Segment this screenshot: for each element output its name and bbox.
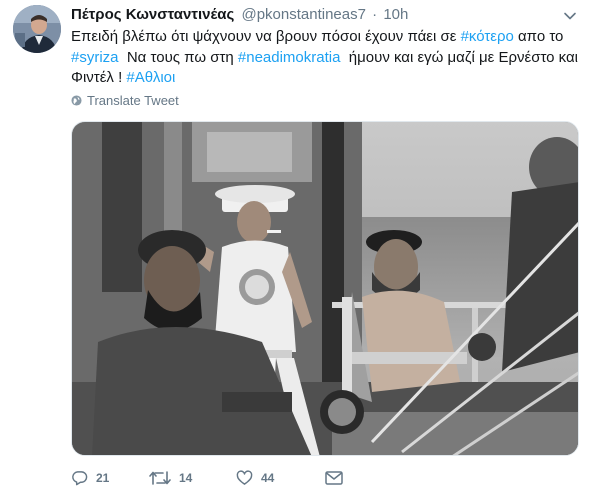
chevron-down-icon[interactable]: [563, 9, 577, 23]
heart-icon: [236, 470, 253, 485]
like-count: 44: [261, 471, 275, 485]
text-segment: Επειδή βλέπω ότι ψάχνουν να βρουν πόσοι …: [71, 28, 461, 45]
tweet-header: Πέτρος Κωνσταντινέας @pkonstantineas7 · …: [71, 5, 408, 25]
tweet: Πέτρος Κωνσταντινέας @pkonstantineas7 · …: [0, 0, 591, 491]
black-and-white-photo: [72, 122, 578, 455]
author-handle[interactable]: @pkonstantineas7: [241, 6, 365, 23]
hashtag-link[interactable]: #Αθλιοι: [126, 69, 175, 86]
envelope-icon: [325, 471, 343, 485]
retweet-count: 14: [179, 471, 193, 485]
tweet-photo[interactable]: [71, 121, 579, 456]
reply-icon: [72, 471, 88, 486]
translate-tweet-link[interactable]: Translate Tweet: [71, 93, 179, 108]
text-segment: Φιντέλ !: [71, 69, 127, 86]
avatar[interactable]: [13, 5, 61, 53]
reply-button[interactable]: 21: [71, 468, 109, 488]
translate-label: Translate Tweet: [87, 93, 179, 108]
text-segment: ήμουν και εγώ μαζί με Ερνέστο και: [340, 48, 578, 66]
tweet-text-line-3: Φιντέλ ! #Αθλιοι: [71, 68, 576, 89]
tweet-text-line-2: #syriza Να τους πω στη #neadimokratia ήμ…: [71, 48, 578, 69]
timestamp[interactable]: 10h: [383, 6, 408, 23]
tweet-actions: 21 14 44: [71, 468, 431, 488]
text-segment: απο το: [513, 28, 564, 45]
hashtag-link[interactable]: #neadimokratia: [238, 49, 341, 66]
reply-count: 21: [96, 471, 110, 485]
hashtag-link[interactable]: #κότερο: [461, 28, 514, 45]
author-name[interactable]: Πέτρος Κωνσταντινέας: [71, 6, 234, 23]
tweet-text: Επειδή βλέπω ότι ψάχνουν να βρουν πόσοι …: [71, 27, 578, 89]
separator: ·: [372, 6, 378, 23]
hashtag-link[interactable]: #syriza: [71, 49, 119, 66]
like-button[interactable]: 44: [236, 468, 274, 488]
tweet-text-line-1: Επειδή βλέπω ότι ψάχνουν να βρουν πόσοι …: [71, 27, 576, 48]
direct-message-button[interactable]: [325, 468, 343, 488]
globe-icon: [71, 95, 82, 106]
retweet-button[interactable]: 14: [149, 468, 192, 488]
retweet-icon: [149, 471, 171, 485]
text-segment: Να τους πω στη: [118, 48, 238, 66]
